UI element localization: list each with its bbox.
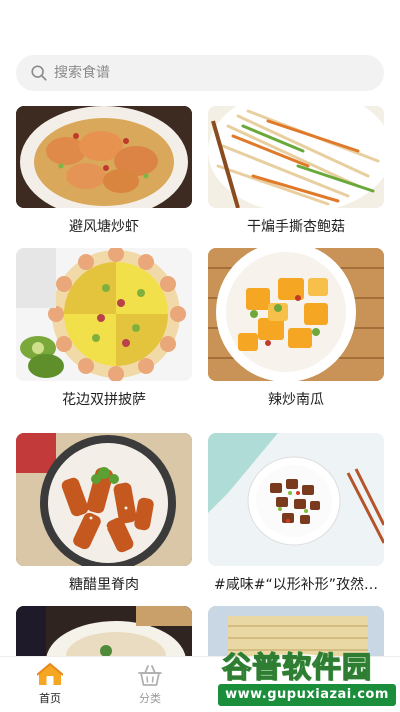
tab-home[interactable]: 首页 [20,663,80,706]
recipe-card[interactable]: 糖醋里脊肉 [16,433,192,594]
recipe-title: 糖醋里脊肉 [69,577,139,593]
home-icon [37,663,63,685]
recipe-image [208,248,384,381]
recipe-title: 辣炒南瓜 [268,392,324,408]
recipe-card[interactable]: 干煸手撕杏鲍菇 [208,106,384,236]
recipe-image [16,106,192,208]
recipe-image [208,433,384,566]
site-watermark: 谷普软件园 www.gupuxiazai.com [218,649,396,708]
search-icon [31,65,47,81]
recipe-image [208,106,384,208]
recipe-title: 避风塘炒虾 [69,219,139,235]
recipe-title: 花边双拼披萨 [62,392,146,408]
watermark-url: www.gupuxiazai.com [218,684,396,706]
search-input[interactable] [54,65,354,81]
search-bar[interactable] [16,55,384,91]
recipe-title: 干煸手撕杏鲍菇 [247,219,345,235]
tab-category[interactable]: 分类 [120,663,180,706]
tab-label: 分类 [139,692,161,705]
recipe-card[interactable] [16,606,192,656]
recipe-card[interactable] [208,606,384,656]
recipe-card[interactable]: 辣炒南瓜 [208,248,384,409]
watermark-title: 谷普软件园 [221,649,373,684]
recipe-card[interactable]: #咸味#“以形补形”孜然… [208,433,384,594]
recipe-image [16,433,192,566]
tab-label: 首页 [39,692,61,705]
recipe-feed[interactable]: 避风塘炒虾 干煸手撕杏鲍菇 花边双拼披萨 辣炒南瓜 糖醋里脊肉 #咸味#“以形补… [0,106,400,656]
recipe-image [208,606,384,656]
recipe-image [16,606,192,656]
recipe-card[interactable]: 避风塘炒虾 [16,106,192,236]
basket-icon [138,665,162,686]
recipe-card[interactable]: 花边双拼披萨 [16,248,192,409]
recipe-image [16,248,192,381]
recipe-title: #咸味#“以形补形”孜然… [214,577,378,593]
